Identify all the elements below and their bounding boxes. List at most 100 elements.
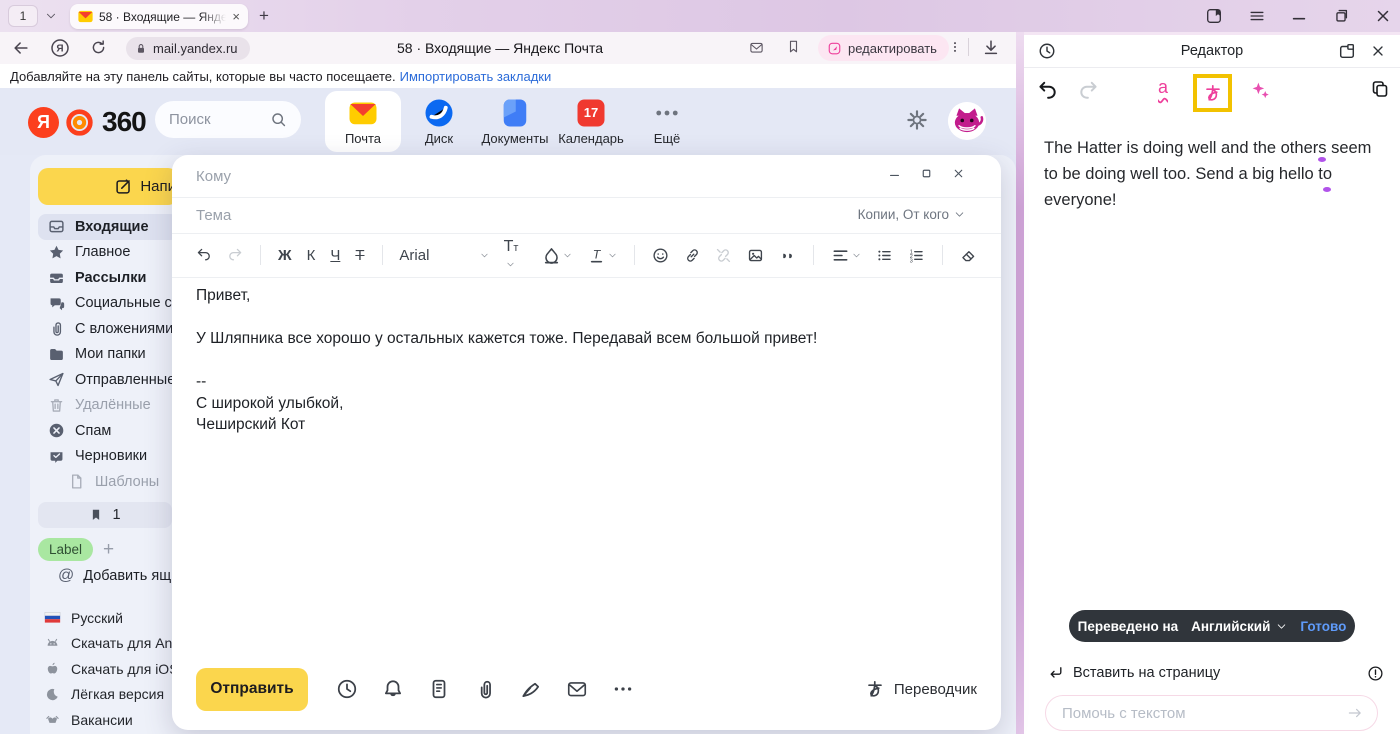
add-mailbox-button[interactable]: @ Добавить ящик	[58, 567, 186, 585]
reload-icon[interactable]	[90, 39, 107, 56]
tab-close-icon[interactable]: ×	[232, 10, 240, 23]
sidebar-item-clip[interactable]: С вложениями	[38, 316, 178, 342]
mail-notifications-icon[interactable]	[748, 40, 765, 55]
signature-pen-icon[interactable]	[520, 678, 542, 700]
panel-bookmark-icon[interactable]	[1205, 7, 1223, 25]
label-pill[interactable]: Label	[38, 538, 93, 561]
sidebar-item-stack[interactable]: Рассылки	[38, 265, 178, 291]
import-bookmarks-link[interactable]: Импортировать закладки	[400, 69, 552, 84]
numbered-list-icon[interactable]: 123	[908, 246, 925, 265]
search-icon[interactable]	[270, 111, 287, 128]
sidebar-footer-flag-ru[interactable]: Русский	[44, 605, 179, 631]
redo-icon[interactable]	[227, 247, 243, 263]
tab-counter[interactable]: 1	[8, 5, 38, 27]
submit-arrow-icon[interactable]	[1346, 705, 1364, 721]
italic-button[interactable]: К	[307, 247, 316, 264]
open-in-window-icon[interactable]	[1338, 42, 1356, 60]
sidebar-item-doc[interactable]: Шаблоны	[38, 469, 178, 495]
tab-list-chevron-icon[interactable]	[44, 10, 58, 22]
attach-paperclip-icon[interactable]	[474, 678, 496, 700]
unlink-icon[interactable]	[715, 246, 732, 265]
search-input[interactable]	[169, 111, 259, 128]
sidebar-item-star[interactable]: Главное	[38, 240, 178, 266]
compose-maximize-icon[interactable]	[920, 167, 933, 180]
menu-icon[interactable]	[1248, 7, 1266, 25]
ai-prompt-field[interactable]	[1045, 695, 1378, 731]
ai-sparkles-icon[interactable]	[1250, 80, 1271, 101]
app-docs-app[interactable]: Документы	[477, 88, 553, 155]
editor-close-icon[interactable]	[1370, 43, 1386, 59]
app-calendar-app[interactable]: 17Календарь	[553, 88, 629, 155]
search-bar[interactable]	[155, 101, 301, 138]
sidebar-item-send[interactable]: Отправленные	[38, 367, 178, 393]
compose-button[interactable]: Напи	[38, 168, 178, 205]
send-button[interactable]: Отправить	[196, 668, 308, 711]
notify-bell-icon[interactable]	[382, 678, 404, 700]
align-button[interactable]	[831, 246, 861, 265]
font-select[interactable]: Arial	[399, 247, 488, 264]
sidebar-item-spam[interactable]: Спам	[38, 418, 178, 444]
edit-mode-button[interactable]: редактировать	[818, 35, 949, 61]
bullet-list-icon[interactable]	[876, 246, 893, 265]
address-bar[interactable]: mail.yandex.ru	[126, 37, 250, 60]
language-select[interactable]: Английский	[1191, 619, 1287, 634]
saved-bookmarks-row[interactable]: 1	[38, 502, 172, 528]
image-icon[interactable]	[747, 246, 764, 265]
emoji-icon[interactable]	[652, 246, 669, 265]
app-more-app[interactable]: Ещё	[629, 88, 705, 155]
sidebar-item-trash[interactable]: Удалённые	[38, 393, 178, 419]
sidebar-item-chat[interactable]: Социальные сети	[38, 291, 178, 317]
restore-icon[interactable]	[1332, 7, 1350, 25]
strikethrough-button[interactable]: Т	[355, 247, 364, 264]
highlight-color-button[interactable]	[542, 246, 572, 265]
gear-icon[interactable]	[905, 108, 929, 132]
done-button[interactable]: Готово	[1300, 619, 1346, 634]
yandex-browser-icon[interactable]: Я	[50, 38, 70, 58]
envelope-icon[interactable]	[566, 678, 588, 700]
panel-divider[interactable]	[1016, 32, 1024, 734]
info-icon[interactable]	[1367, 665, 1384, 682]
translated-text[interactable]: The Hatter is doing well and the others …	[1044, 135, 1382, 213]
link-icon[interactable]	[684, 246, 701, 265]
translator-button[interactable]: Переводчик	[865, 679, 977, 699]
history-clock-icon[interactable]	[1038, 42, 1056, 60]
avatar[interactable]	[948, 102, 986, 140]
back-icon[interactable]	[12, 39, 30, 57]
yandex-360-logo[interactable]: Я 360	[28, 106, 146, 138]
browser-tab[interactable]: 58 · Входящие — Янде ×	[70, 4, 248, 29]
more-icon[interactable]	[612, 678, 634, 700]
message-body[interactable]: Привет, У Шляпника все хорошо у остальны…	[196, 285, 977, 436]
bold-button[interactable]: Ж	[278, 247, 292, 264]
insert-to-page-button[interactable]: Вставить на страницу	[1048, 665, 1220, 681]
template-icon[interactable]	[428, 678, 450, 700]
minimize-icon[interactable]	[1290, 7, 1308, 25]
app-disk-app[interactable]: Диск	[401, 88, 477, 155]
more-options-icon[interactable]	[948, 37, 962, 57]
editor-undo-icon[interactable]	[1036, 79, 1058, 101]
sidebar-item-inbox[interactable]: Входящие	[38, 214, 178, 240]
underline-button[interactable]: Ч	[330, 247, 340, 264]
sidebar-item-folder[interactable]: Мои папки	[38, 342, 178, 368]
to-field[interactable]: Кому	[196, 155, 977, 197]
cc-from-toggle[interactable]: Копии, От кого	[858, 207, 965, 222]
spellcheck-button[interactable]: а	[1158, 77, 1168, 98]
copy-icon[interactable]	[1370, 79, 1390, 99]
quote-icon[interactable]	[779, 246, 796, 265]
font-size-button[interactable]: Tт	[504, 238, 527, 273]
app-mail-app[interactable]: Почта	[325, 91, 401, 152]
close-window-icon[interactable]	[1374, 7, 1392, 25]
text-color-button[interactable]: T	[587, 246, 617, 265]
schedule-clock-icon[interactable]	[336, 678, 358, 700]
compose-minimize-icon[interactable]	[888, 167, 901, 180]
ai-prompt-input[interactable]	[1062, 705, 1346, 722]
add-label-button[interactable]: +	[103, 539, 114, 561]
download-icon[interactable]	[982, 38, 1000, 57]
undo-icon[interactable]	[196, 247, 212, 263]
bookmark-icon[interactable]	[786, 38, 801, 55]
sidebar-footer-moon[interactable]: Лёгкая версия	[44, 682, 179, 708]
sidebar-footer-apple[interactable]: Скачать для iOS	[44, 656, 179, 682]
new-tab-button[interactable]: +	[259, 6, 269, 26]
sidebar-item-draft[interactable]: Черновики	[38, 444, 178, 470]
sidebar-footer-android[interactable]: Скачать для Andro	[44, 631, 179, 657]
sidebar-footer-hands[interactable]: Вакансии	[44, 707, 179, 733]
